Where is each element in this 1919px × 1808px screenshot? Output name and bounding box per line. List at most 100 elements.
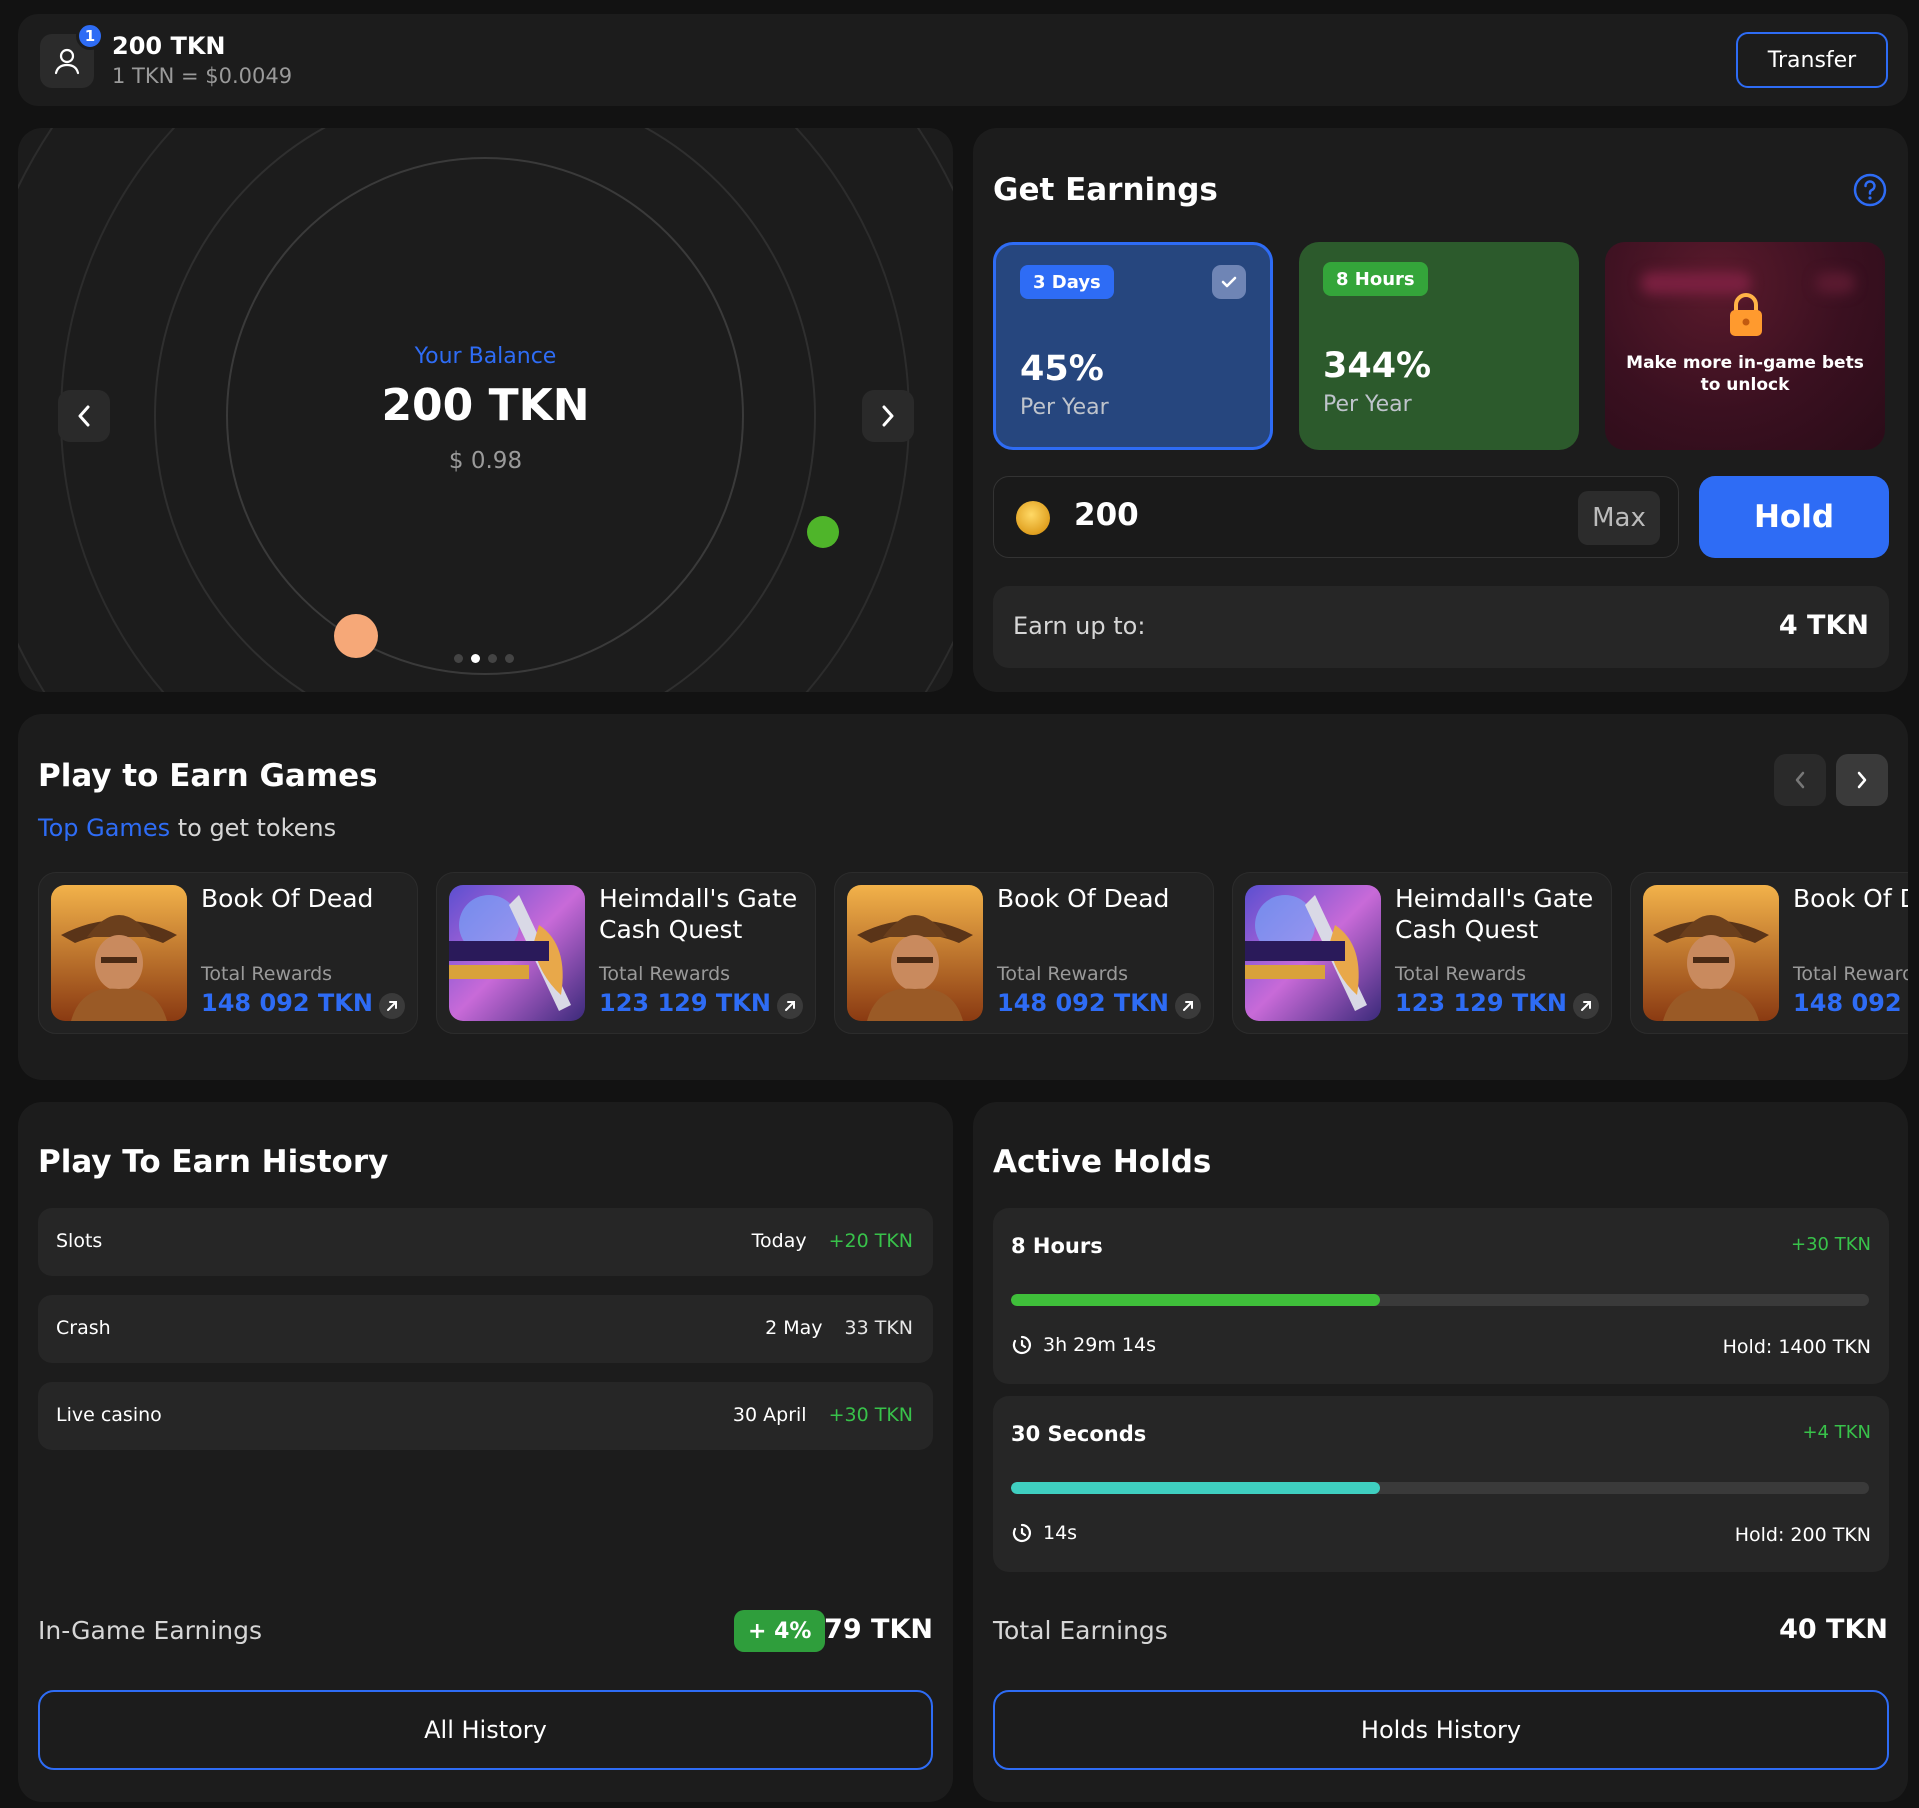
balance-usd: $ 0.98: [448, 448, 523, 474]
arrow-up-right-icon[interactable]: [1573, 993, 1599, 1019]
history-date: 2 May: [765, 1317, 823, 1339]
plan-percent: 344%: [1323, 346, 1432, 386]
history-card: Play To Earn History Slots Today +20 TKN Cr…: [18, 1102, 953, 1802]
max-button[interactable]: Max: [1578, 491, 1660, 545]
history-row: Slots Today +20 TKN: [38, 1208, 933, 1276]
hold-title: 8 Hours: [1011, 1234, 1103, 1258]
history-game: Live casino: [56, 1404, 162, 1426]
holds-history-button[interactable]: Holds History: [993, 1690, 1889, 1770]
history-date: Today: [751, 1230, 807, 1252]
in-game-earnings-label: In-Game Earnings: [38, 1616, 263, 1645]
top-games-link[interactable]: Top Games: [38, 814, 170, 842]
games-subtitle: Top Games to get tokens: [38, 814, 337, 842]
game-reward-label: Total Rewards: [997, 963, 1129, 985]
plan-tag: 8 Hours: [1323, 262, 1428, 296]
hold-progress-fill: [1011, 1294, 1380, 1306]
timer-icon: [1012, 1335, 1031, 1355]
help-icon[interactable]: [1852, 172, 1888, 208]
games-card: Play to Earn Games Top Games to get toke…: [18, 714, 1908, 1080]
hold-button[interactable]: Hold: [1699, 476, 1889, 558]
hold-title: 30 Seconds: [1011, 1422, 1147, 1446]
carousel-dot[interactable]: [454, 654, 463, 663]
plan-tag: 3 Days: [1020, 265, 1114, 299]
plan-period: Per Year: [1020, 395, 1109, 420]
history-row: Live casino 30 April +30 TKN: [38, 1382, 933, 1450]
earnings-card: Get Earnings 3 Days 45% Per Year 8 Hours…: [973, 128, 1908, 692]
total-earnings-value: 40 TKN: [1779, 1614, 1888, 1645]
game-title: Book Of Dead: [201, 884, 374, 913]
coin-icon: [1016, 501, 1050, 535]
all-history-button[interactable]: All History: [38, 1690, 933, 1770]
lock-icon: [1730, 293, 1762, 336]
plan-period: Per Year: [1323, 392, 1412, 417]
amount-value: 200: [1074, 497, 1139, 533]
games-prev-button[interactable]: [1774, 754, 1826, 806]
hold-item: 8 Hours +30 TKN 3h 29m 14s Hold: 1400 TKN: [993, 1208, 1889, 1384]
arrow-up-right-icon[interactable]: [777, 993, 803, 1019]
timer-icon: [1012, 1523, 1031, 1543]
game-thumbnail: [51, 885, 187, 1021]
game-reward-value: 148 092 TKN: [1793, 989, 1908, 1017]
game-card[interactable]: Book Of Dead Total Rewards 148 092 TKN: [38, 872, 418, 1034]
total-earnings-label: Total Earnings: [993, 1616, 1168, 1645]
game-reward-label: Total Rewards: [599, 963, 731, 985]
game-reward-value: 123 129 TKN: [599, 989, 771, 1017]
game-title: Heimdall's Gate Cash Quest: [1395, 884, 1594, 944]
carousel-dot-active[interactable]: [471, 654, 480, 663]
game-card[interactable]: Heimdall's Gate Cash Quest Total Rewards 1…: [1232, 872, 1612, 1034]
balance-value: 200 TKN: [381, 380, 590, 431]
earnings-percent-badge: + 4%: [734, 1610, 826, 1652]
history-date: 30 April: [732, 1404, 807, 1426]
earn-up-row: Earn up to: 4 TKN: [993, 586, 1889, 668]
plan-3-days[interactable]: 3 Days 45% Per Year: [993, 242, 1273, 450]
hold-progress-bar: [1011, 1482, 1869, 1494]
hold-amount: Hold: 200 TKN: [1734, 1524, 1871, 1546]
earn-up-label: Earn up to:: [1013, 612, 1146, 640]
arrow-up-right-icon[interactable]: [379, 993, 405, 1019]
hold-timer: 14s: [1043, 1522, 1078, 1544]
earn-up-value: 4 TKN: [1778, 610, 1869, 641]
history-amount: 33 TKN: [844, 1317, 914, 1339]
hold-progress-fill: [1011, 1482, 1380, 1494]
earnings-title: Get Earnings: [993, 172, 1218, 208]
arrow-up-right-icon[interactable]: [1175, 993, 1201, 1019]
carousel-dots: [454, 654, 514, 663]
game-reward-label: Total Rewards: [1395, 963, 1527, 985]
game-reward-label: Total Rewards: [201, 963, 333, 985]
transfer-button[interactable]: Transfer: [1736, 32, 1888, 88]
orbit-planet-orange: [334, 614, 378, 658]
balance-card: Your Balance 200 TKN $ 0.98: [18, 128, 953, 692]
game-reward-value: 123 129 TKN: [1395, 989, 1567, 1017]
game-reward-label: Total Rewards: [1793, 963, 1908, 985]
game-thumbnail: [449, 885, 585, 1021]
history-amount: +30 TKN: [828, 1404, 913, 1426]
hold-gain: +30 TKN: [1791, 1234, 1871, 1255]
hold-progress-bar: [1011, 1294, 1869, 1306]
hold-amount: Hold: 1400 TKN: [1722, 1336, 1871, 1358]
plan-locked: Make more in-game bets to unlock: [1605, 242, 1885, 450]
game-title: Book Of Dead: [1793, 884, 1908, 913]
game-title: Book Of Dead: [997, 884, 1170, 913]
profile-button[interactable]: 1: [40, 22, 104, 88]
plan-8-hours[interactable]: 8 Hours 344% Per Year: [1299, 242, 1579, 450]
locked-text: Make more in-game bets to unlock: [1626, 353, 1864, 395]
user-icon: [54, 48, 80, 75]
plan-percent: 45%: [1020, 349, 1104, 389]
game-reward-value: 148 092 TKN: [997, 989, 1169, 1017]
games-next-button[interactable]: [1836, 754, 1888, 806]
history-game: Slots: [56, 1230, 103, 1252]
chevron-left-icon: [1795, 771, 1805, 789]
token-rate: 1 TKN = $0.0049: [112, 64, 293, 88]
game-thumbnail: [1643, 885, 1779, 1021]
carousel-dot[interactable]: [488, 654, 497, 663]
hold-item: 30 Seconds +4 TKN 14s Hold: 200 TKN: [993, 1396, 1889, 1572]
games-title: Play to Earn Games: [38, 758, 378, 794]
orbit-planet-green: [807, 516, 839, 548]
game-card[interactable]: Book Of Dead Total Rewards 148 092 TKN: [834, 872, 1214, 1034]
game-card[interactable]: Book Of Dead Total Rewards 148 092 TKN: [1630, 872, 1908, 1034]
game-card[interactable]: Heimdall's Gate Cash Quest Total Rewards 1…: [436, 872, 816, 1034]
carousel-dot[interactable]: [505, 654, 514, 663]
amount-input[interactable]: 200 Max: [993, 476, 1679, 558]
game-title: Heimdall's Gate Cash Quest: [599, 884, 798, 944]
hold-gain: +4 TKN: [1802, 1422, 1871, 1443]
